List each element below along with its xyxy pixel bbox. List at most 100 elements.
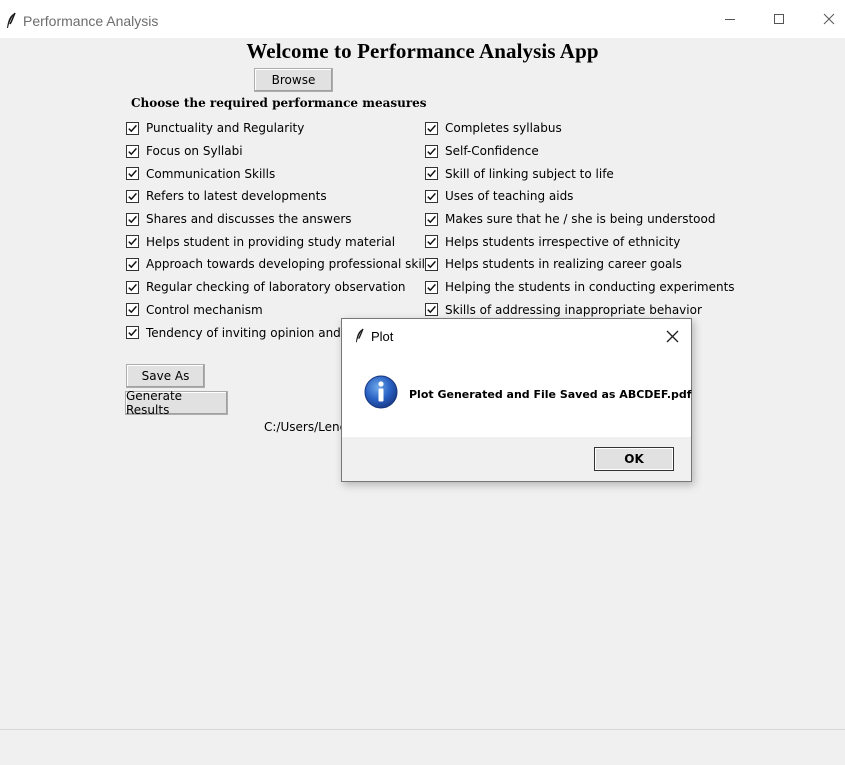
measure-checkbox-row[interactable]: Communication Skills — [126, 162, 435, 185]
measure-label: Approach towards developing professional… — [146, 257, 435, 272]
measure-label: Helping the students in conducting exper… — [445, 280, 735, 295]
measure-label: Completes syllabus — [445, 121, 562, 136]
measure-checkbox-row[interactable]: Shares and discusses the answers — [126, 208, 435, 231]
minimize-button[interactable] — [707, 0, 753, 38]
checkmark-icon — [128, 215, 137, 223]
feather-icon — [5, 12, 17, 30]
measure-checkbox-row[interactable]: Completes syllabus — [425, 117, 735, 140]
measure-label: Skills of addressing inappropriate behav… — [445, 302, 702, 317]
close-icon — [823, 13, 835, 25]
checkmark-icon — [427, 124, 436, 133]
measure-label: Control mechanism — [146, 302, 263, 317]
checkbox[interactable] — [425, 212, 438, 226]
save-as-button[interactable]: Save As — [126, 364, 205, 388]
dialog-message: Plot Generated and File Saved as ABCDEF.… — [409, 388, 692, 401]
checkbox[interactable] — [126, 212, 139, 226]
checkbox[interactable] — [126, 303, 139, 317]
measure-checkbox-row[interactable]: Self-Confidence — [425, 140, 735, 163]
maximize-button[interactable] — [756, 0, 802, 38]
checkmark-icon — [427, 306, 436, 314]
checkbox[interactable] — [425, 280, 438, 294]
dialog-title: Plot — [371, 329, 394, 344]
checkbox[interactable] — [126, 121, 139, 135]
checkmark-icon — [427, 260, 436, 269]
measure-label: Helps students irrespective of ethnicity — [445, 234, 681, 249]
checkbox[interactable] — [126, 144, 139, 158]
measure-label: Skill of linking subject to life — [445, 166, 614, 181]
measure-checkbox-row[interactable]: Skill of linking subject to life — [425, 162, 735, 185]
checkmark-icon — [128, 260, 137, 269]
generate-results-button[interactable]: Generate Results — [125, 389, 228, 417]
checkbox[interactable] — [425, 144, 438, 158]
checkbox[interactable] — [126, 280, 139, 294]
measures-label: Choose the required performance measures — [131, 96, 427, 110]
checkbox[interactable] — [425, 235, 438, 249]
checkbox[interactable] — [126, 189, 139, 203]
title-bar: Performance Analysis — [0, 0, 845, 38]
measure-checkbox-row[interactable]: Helps student in providing study materia… — [126, 230, 435, 253]
checkmark-icon — [427, 147, 436, 155]
checkmark-icon — [128, 238, 137, 246]
maximize-icon — [774, 14, 784, 24]
close-button[interactable] — [806, 0, 845, 38]
measure-checkbox-row[interactable]: Uses of teaching aids — [425, 185, 735, 208]
measure-checkbox-row[interactable]: Punctuality and Regularity — [126, 117, 435, 140]
dialog-title-bar: Plot — [342, 319, 691, 353]
measure-label: Uses of teaching aids — [445, 189, 574, 204]
measure-label: Refers to latest developments — [146, 189, 327, 204]
ok-button[interactable]: OK — [594, 447, 674, 471]
measure-label: Tendency of inviting opinion and q — [146, 325, 353, 340]
window-title: Performance Analysis — [23, 13, 159, 29]
checkmark-icon — [427, 283, 436, 291]
checkmark-icon — [427, 215, 436, 223]
measure-label: Helps students in realizing career goals — [445, 257, 682, 272]
checkmark-icon — [128, 283, 137, 291]
measure-checkbox-row[interactable]: Focus on Syllabi — [126, 140, 435, 163]
close-icon — [666, 330, 678, 342]
browse-button[interactable]: Browse — [254, 68, 333, 92]
info-icon — [364, 375, 398, 413]
checkbox[interactable] — [126, 257, 139, 271]
measure-checkbox-row[interactable]: Helps students irrespective of ethnicity — [425, 230, 735, 253]
checkmark-icon — [128, 328, 137, 337]
measure-checkbox-row[interactable]: Refers to latest developments — [126, 185, 435, 208]
checkbox[interactable] — [126, 167, 139, 181]
checkmark-icon — [128, 306, 137, 314]
checkmark-icon — [427, 192, 436, 201]
measure-checkbox-row[interactable]: Regular checking of laboratory observati… — [126, 276, 435, 299]
plot-dialog: Plot Plot Generated and File Saved as AB… — [341, 318, 692, 482]
dialog-close-button[interactable] — [660, 325, 684, 347]
feather-icon — [354, 328, 365, 348]
checkmark-icon — [128, 192, 137, 201]
checkbox[interactable] — [425, 257, 438, 271]
app-heading: Welcome to Performance Analysis App — [246, 39, 599, 63]
measure-label: Makes sure that he / she is being unders… — [445, 212, 716, 227]
measure-checkbox-row[interactable]: Approach towards developing professional… — [126, 253, 435, 276]
checkmark-icon — [128, 124, 137, 133]
app-window: Performance Analysis Welcome to Performa… — [0, 0, 845, 765]
checkbox[interactable] — [425, 303, 438, 317]
measure-checkbox-row[interactable]: Makes sure that he / she is being unders… — [425, 208, 735, 231]
status-divider — [0, 729, 845, 730]
checkbox[interactable] — [126, 326, 139, 340]
measure-label: Punctuality and Regularity — [146, 121, 305, 136]
measure-label: Focus on Syllabi — [146, 144, 243, 159]
measures-column-left: Punctuality and Regularity Focus on Sylla… — [126, 117, 435, 344]
checkmark-icon — [128, 147, 137, 155]
checkmark-icon — [427, 170, 436, 178]
measures-column-right: Completes syllabus Self-Confidence Skill o… — [425, 117, 735, 321]
checkmark-icon — [427, 238, 436, 246]
checkmark-icon — [128, 170, 137, 178]
measure-checkbox-row[interactable]: Helping the students in conducting exper… — [425, 276, 735, 299]
measure-label: Self-Confidence — [445, 144, 539, 159]
measure-label: Communication Skills — [146, 166, 276, 181]
checkbox[interactable] — [425, 121, 438, 135]
checkbox[interactable] — [425, 189, 438, 203]
checkbox[interactable] — [126, 235, 139, 249]
dialog-body: Plot Generated and File Saved as ABCDEF.… — [342, 353, 692, 437]
measure-checkbox-row[interactable]: Helps students in realizing career goals — [425, 253, 735, 276]
measure-label: Regular checking of laboratory observati… — [146, 280, 406, 295]
checkbox[interactable] — [425, 167, 438, 181]
minimize-icon — [725, 19, 735, 20]
file-path-text: C:/Users/Lenc — [264, 420, 347, 434]
